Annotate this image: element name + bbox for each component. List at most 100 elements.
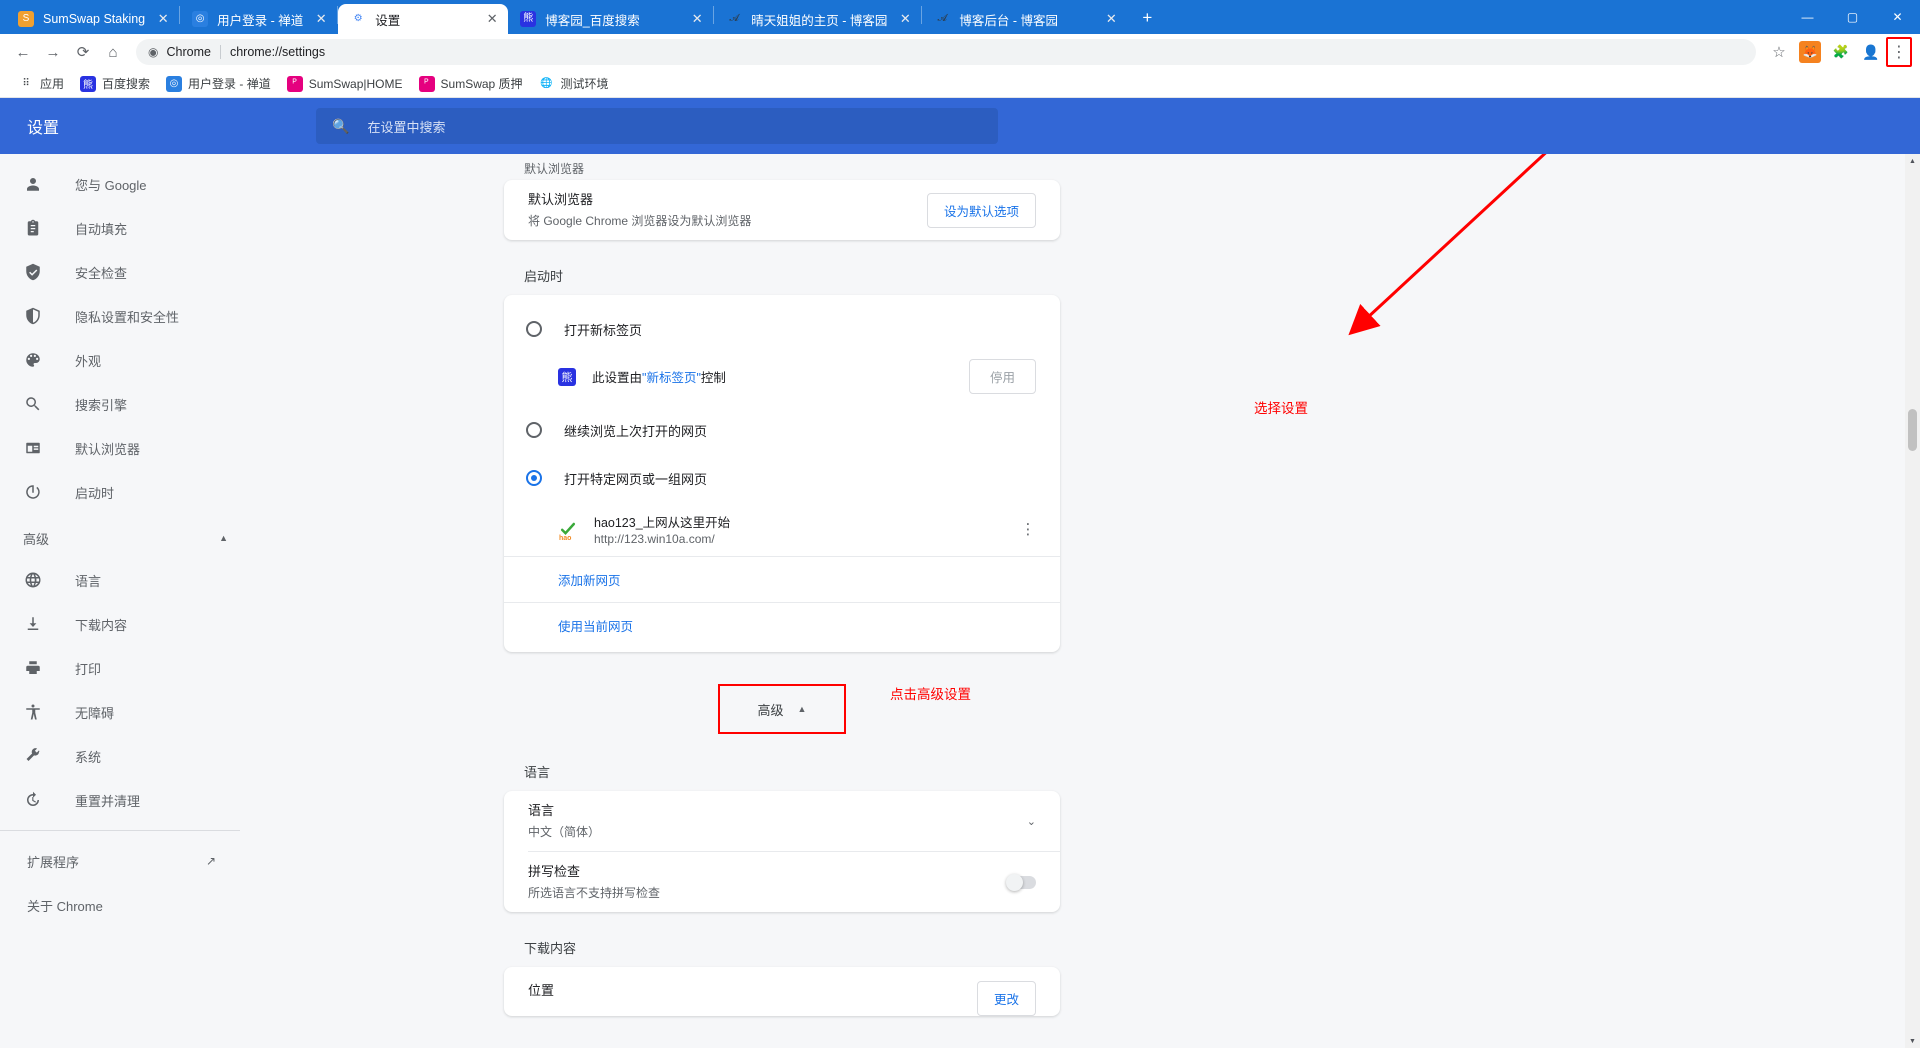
browser-tab[interactable]: S SumSwap Staking ✕ xyxy=(6,4,179,34)
baidu-extension-icon: 熊 xyxy=(558,367,576,386)
sidebar-item-search-engine[interactable]: 搜索引擎 xyxy=(0,384,240,424)
sidebar-item-system[interactable]: 系统 xyxy=(0,736,240,776)
tab-close-icon[interactable]: ✕ xyxy=(482,9,502,29)
sidebar-item-extensions[interactable]: 扩展程序 ↗ xyxy=(0,841,240,881)
chrome-menu-icon[interactable]: ⋮ xyxy=(1890,40,1908,64)
add-new-page-link[interactable]: 添加新网页 xyxy=(558,570,621,589)
sidebar-item-safety-check[interactable]: 安全检查 xyxy=(0,252,240,292)
minimize-button[interactable]: — xyxy=(1785,0,1830,34)
radio-icon-checked[interactable] xyxy=(526,470,542,486)
language-row[interactable]: 语言 中文（简体） ⌄ xyxy=(504,791,1060,851)
sidebar-item-label: 语言 xyxy=(75,573,102,589)
use-current-pages-row[interactable]: 使用当前网页 xyxy=(504,602,1060,648)
reload-button[interactable]: ⟳ xyxy=(68,37,98,67)
sidebar-item-on-startup[interactable]: 启动时 xyxy=(0,472,240,512)
browser-tab[interactable]: ◎ 用户登录 - 禅道 ✕ xyxy=(180,4,337,34)
page-title: 设置 xyxy=(27,120,60,137)
search-placeholder: 在设置中搜索 xyxy=(367,119,446,135)
set-default-browser-button[interactable]: 设为默认选项 xyxy=(926,192,1036,228)
settings-content: 默认浏览器 默认浏览器 将 Google Chrome 浏览器设为默认浏览器 设… xyxy=(256,154,1920,1048)
use-current-pages-link[interactable]: 使用当前网页 xyxy=(558,616,633,635)
bookmark-item[interactable]: 🌐 测试环境 xyxy=(531,72,617,95)
tab-close-icon[interactable]: ✕ xyxy=(153,9,173,29)
startup-option-specific-pages[interactable]: 打开特定网页或一组网页 xyxy=(504,454,1060,502)
close-window-button[interactable]: ✕ xyxy=(1875,0,1920,34)
hao123-icon: hao xyxy=(558,519,578,542)
shield-icon xyxy=(23,306,43,326)
scroll-thumb[interactable] xyxy=(1908,409,1917,451)
wrench-icon xyxy=(23,746,43,766)
tab-title: 用户登录 - 禅道 xyxy=(217,13,304,28)
tab-close-icon[interactable]: ✕ xyxy=(311,9,331,29)
browser-toolbar: ← → ⟳ ⌂ ◉ Chrome chrome://settings ☆ 🦊 🧩… xyxy=(0,34,1920,70)
sidebar-item-label: 无障碍 xyxy=(75,705,115,721)
extension-icon[interactable]: 🦊 xyxy=(1799,41,1821,63)
browser-tab-active-settings[interactable]: ⚙ 设置 ✕ xyxy=(338,4,509,34)
change-download-location-button[interactable]: 更改 xyxy=(976,981,1036,1016)
chevron-up-icon: ▲ xyxy=(797,704,807,714)
scroll-down-arrow-icon[interactable]: ▼ xyxy=(1905,1034,1920,1048)
address-bar[interactable]: ◉ Chrome chrome://settings xyxy=(136,39,1756,65)
restore-icon xyxy=(23,790,43,810)
scroll-up-arrow-icon[interactable]: ▲ xyxy=(1905,154,1920,168)
controlled-text-after: 控制 xyxy=(700,371,726,385)
browser-tab[interactable]: 𝓐 晴天姐姐的主页 - 博客园 ✕ xyxy=(714,4,921,34)
window-controls: — ▢ ✕ xyxy=(1785,0,1920,34)
add-new-page-row[interactable]: 添加新网页 xyxy=(504,556,1060,602)
maximize-button[interactable]: ▢ xyxy=(1830,0,1875,34)
page-scrollbar[interactable]: ▲ ▼ xyxy=(1905,154,1920,1048)
chevron-up-icon: ▲ xyxy=(219,533,228,543)
sidebar-item-languages[interactable]: 语言 xyxy=(0,560,240,600)
globe-icon: 🌐 xyxy=(540,78,553,89)
browser-tab[interactable]: 𝓐 博客后台 - 博客园 ✕ xyxy=(922,4,1127,34)
startup-option-continue[interactable]: 继续浏览上次打开的网页 xyxy=(504,406,1060,454)
new-tab-button[interactable]: + xyxy=(1133,4,1161,32)
sidebar-item-about-chrome[interactable]: 关于 Chrome xyxy=(0,885,240,925)
bookmark-item[interactable]: 熊 百度搜索 xyxy=(72,72,158,95)
spellcheck-toggle[interactable] xyxy=(1006,873,1036,891)
sidebar-item-default-browser[interactable]: 默认浏览器 xyxy=(0,428,240,468)
disable-extension-button[interactable]: 停用 xyxy=(968,359,1036,394)
spellcheck-row: 拼写检查 所选语言不支持拼写检查 xyxy=(504,852,1060,912)
radio-icon[interactable] xyxy=(526,321,542,337)
bookmark-apps[interactable]: ⠿ 应用 xyxy=(10,72,72,95)
extensions-puzzle-icon[interactable]: 🧩 xyxy=(1826,37,1856,67)
tab-close-icon[interactable]: ✕ xyxy=(895,9,915,29)
site-more-icon[interactable]: ⋮ xyxy=(1014,515,1042,543)
bookmark-item[interactable]: ◎ 用户登录 - 禅道 xyxy=(158,72,279,95)
sidebar-item-downloads[interactable]: 下载内容 xyxy=(0,604,240,644)
forward-button[interactable]: → xyxy=(38,37,68,67)
sidebar-item-you-and-google[interactable]: 您与 Google xyxy=(0,164,240,204)
sidebar-item-appearance[interactable]: 外观 xyxy=(0,340,240,380)
search-icon xyxy=(23,394,43,414)
omnibox-divider xyxy=(219,45,221,59)
advanced-toggle-button[interactable]: 高级 ▲ xyxy=(718,684,846,734)
sidebar-item-accessibility[interactable]: 无障碍 xyxy=(0,692,240,732)
site-name: hao123_上网从这里开始 xyxy=(594,516,731,530)
search-input[interactable]: 🔍 在设置中搜索 xyxy=(316,108,998,144)
sidebar-item-printing[interactable]: 打印 xyxy=(0,648,240,688)
tab-close-icon[interactable]: ✕ xyxy=(1101,9,1121,29)
home-button[interactable]: ⌂ xyxy=(98,37,128,67)
tab-close-icon[interactable]: ✕ xyxy=(687,9,707,29)
sidebar-item-privacy-security[interactable]: 隐私设置和安全性 xyxy=(0,296,240,336)
chrome-menu-highlight: ⋮ xyxy=(1886,37,1912,67)
download-location-title: 位置 xyxy=(528,983,555,998)
chevron-down-icon[interactable]: ⌄ xyxy=(1027,815,1036,828)
cnblogs-icon: 𝓐 xyxy=(729,13,740,24)
radio-icon[interactable] xyxy=(526,422,542,438)
sidebar-group-advanced[interactable]: 高级 ▲ xyxy=(0,518,256,558)
bookmark-item[interactable]: ᴾ SumSwap 质押 xyxy=(411,72,531,95)
sidebar-group-label: 高级 xyxy=(23,531,50,547)
browser-tab[interactable]: 熊 博客园_百度搜索 ✕ xyxy=(508,4,713,34)
radio-label: 打开新标签页 xyxy=(564,322,643,338)
profile-avatar-icon[interactable]: 👤 xyxy=(1856,37,1886,67)
back-button[interactable]: ← xyxy=(8,37,38,67)
sidebar-item-reset-cleanup[interactable]: 重置并清理 xyxy=(0,780,240,820)
new-tab-page-link[interactable]: "新标签页" xyxy=(642,371,701,385)
shield-check-icon xyxy=(23,262,43,282)
bookmark-star-icon[interactable]: ☆ xyxy=(1764,37,1794,67)
bookmark-item[interactable]: ᴾ SumSwap|HOME xyxy=(279,73,411,95)
startup-option-new-tab[interactable]: 打开新标签页 xyxy=(504,305,1060,353)
sidebar-item-autofill[interactable]: 自动填充 xyxy=(0,208,240,248)
